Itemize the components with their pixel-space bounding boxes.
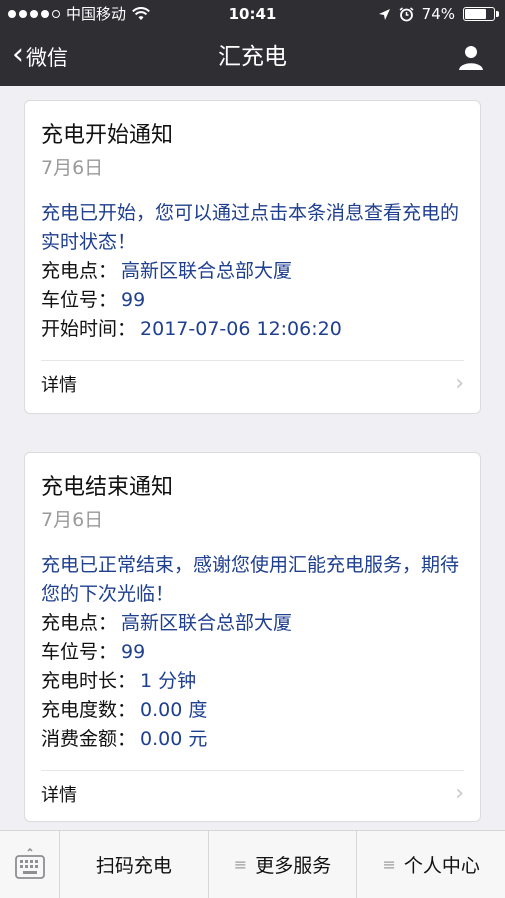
- field-value: 2017-07-06 12:06:20: [140, 318, 342, 340]
- keyboard-icon: [14, 847, 45, 879]
- status-bar: 中国移动 10:41 74%: [0, 0, 505, 28]
- bottom-menu-bar: 扫码充电 ≡ 更多服务 ≡ 个人中心: [0, 830, 505, 898]
- menu-more-services[interactable]: ≡ 更多服务: [209, 831, 358, 898]
- field-label: 充电时长：: [41, 670, 137, 692]
- message-list: 充电开始通知 7月6日 充电已开始，您可以通过点击本条消息查看充电的实时状态！ …: [0, 86, 505, 830]
- field-value: 1 分钟: [140, 670, 197, 692]
- battery-level: [465, 9, 486, 19]
- field-value: 0.00 度: [140, 699, 208, 721]
- field-label: 充电点：: [41, 260, 118, 282]
- detail-label: 详情: [41, 784, 77, 806]
- chevron-right-icon: ›: [455, 781, 464, 806]
- card-body: 充电已正常结束，感谢您使用汇能充电服务，期待您的下次光临！ 充电点： 高新区联合…: [25, 535, 480, 770]
- field-label: 车位号：: [41, 641, 118, 663]
- field-label: 充电点：: [41, 612, 118, 634]
- field-label: 充电度数：: [41, 699, 137, 721]
- battery-percent: 74%: [421, 5, 455, 23]
- card-date: 7月6日: [41, 509, 104, 531]
- field-row: 充电时长： 1 分钟: [41, 667, 464, 696]
- field-value: 高新区联合总部大厦: [121, 612, 293, 634]
- battery-icon: [463, 7, 499, 21]
- field-value: 99: [121, 289, 146, 311]
- page-title: 汇充电: [218, 44, 287, 70]
- field-row: 开始时间： 2017-07-06 12:06:20: [41, 315, 464, 344]
- field-label: 车位号：: [41, 289, 118, 311]
- card-body: 充电已开始，您可以通过点击本条消息查看充电的实时状态！ 充电点： 高新区联合总部…: [25, 183, 480, 360]
- alarm-clock-icon: [399, 6, 414, 21]
- menu-personal-center[interactable]: ≡ 个人中心: [357, 831, 505, 898]
- menu-scan-charge[interactable]: 扫码充电: [60, 831, 209, 898]
- nav-bar: ‹ 微信 汇充电: [0, 28, 505, 86]
- field-row: 充电点： 高新区联合总部大厦: [41, 257, 464, 286]
- location-arrow-icon: [378, 8, 390, 20]
- field-row: 充电度数： 0.00 度: [41, 696, 464, 725]
- field-row: 充电点： 高新区联合总部大厦: [41, 609, 464, 638]
- detail-label: 详情: [41, 374, 77, 396]
- field-row: 车位号： 99: [41, 286, 464, 315]
- top-bar: 中国移动 10:41 74% ‹ 微信 汇充电: [0, 0, 505, 86]
- field-label: 消费金额：: [41, 728, 137, 750]
- detail-link[interactable]: 详情 ›: [41, 360, 464, 406]
- field-value: 0.00 元: [140, 728, 208, 750]
- card-message: 充电已正常结束，感谢您使用汇能充电服务，期待您的下次光临！: [41, 554, 460, 605]
- field-row: 消费金额： 0.00 元: [41, 725, 464, 754]
- menu-label: 个人中心: [403, 855, 480, 877]
- keyboard-toggle-button[interactable]: [0, 831, 60, 898]
- card-date: 7月6日: [41, 157, 104, 179]
- field-label: 开始时间：: [41, 318, 137, 340]
- card-message: 充电已开始，您可以通过点击本条消息查看充电的实时状态！: [41, 202, 460, 253]
- chevron-right-icon: ›: [455, 371, 464, 396]
- menu-label: 扫码充电: [95, 855, 172, 877]
- profile-icon[interactable]: [457, 43, 485, 71]
- field-value: 99: [121, 641, 146, 663]
- menu-label: 更多服务: [255, 855, 332, 877]
- field-value: 高新区联合总部大厦: [121, 260, 293, 282]
- notification-card[interactable]: 充电结束通知 7月6日 充电已正常结束，感谢您使用汇能充电服务，期待您的下次光临…: [24, 452, 481, 822]
- menu-list-icon: ≡: [233, 855, 248, 874]
- card-title: 充电开始通知: [41, 123, 174, 148]
- card-title: 充电结束通知: [41, 475, 174, 500]
- card-header: 充电开始通知 7月6日: [25, 101, 480, 183]
- detail-link[interactable]: 详情 ›: [41, 770, 464, 816]
- notification-card[interactable]: 充电开始通知 7月6日 充电已开始，您可以通过点击本条消息查看充电的实时状态！ …: [24, 100, 481, 414]
- menu-list-icon: ≡: [382, 855, 396, 874]
- card-header: 充电结束通知 7月6日: [25, 453, 480, 535]
- field-row: 车位号： 99: [41, 638, 464, 667]
- status-right: 74%: [378, 0, 499, 28]
